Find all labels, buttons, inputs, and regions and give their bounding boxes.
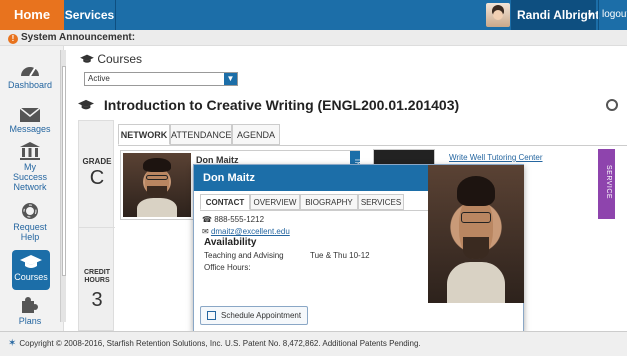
tab-contact[interactable]: CONTACT xyxy=(200,194,250,210)
instructor-photo xyxy=(123,153,191,217)
puzzle-icon xyxy=(22,297,38,313)
availability-row-time: Tue & Thu 10-12 xyxy=(310,251,370,260)
phone-number: 888-555-1212 xyxy=(214,215,265,224)
user-menu-button[interactable]: Randi Albright xyxy=(511,0,599,30)
course-title-text: Introduction to Creative Writing (ENGL20… xyxy=(103,97,460,113)
grade-label: GRADE xyxy=(82,157,112,166)
sidebar-item-plans[interactable]: Plans xyxy=(0,296,60,326)
graduation-cap-icon xyxy=(80,54,94,63)
sidebar-item-label: Plans xyxy=(18,316,42,326)
courses-header-label: Courses xyxy=(97,52,143,66)
email-link[interactable]: dmaitz@excellent.edu xyxy=(211,227,290,236)
schedule-appointment-label: Schedule Appointment xyxy=(221,311,302,320)
services-tab[interactable]: Services xyxy=(64,0,116,30)
tab-overview[interactable]: OVERVIEW xyxy=(250,194,300,210)
tutoring-center-link[interactable]: Write Well Tutoring Center xyxy=(449,153,543,162)
course-summary-column: GRADE C CREDIT HOURS 3 xyxy=(78,120,115,331)
speedometer-icon xyxy=(21,67,39,77)
sidebar: Dashboard Messages My Success Network Re… xyxy=(0,46,64,331)
top-nav-bar: Home Services Randi Albright ▾ logout xyxy=(0,0,627,30)
service-tab-label: SERVICE xyxy=(605,164,612,200)
scrollbar-thumb[interactable] xyxy=(62,66,66,276)
avatar[interactable] xyxy=(486,3,510,27)
tab-network[interactable]: NETWORK xyxy=(118,124,170,145)
contact-panel: ☎ 888-555-1212 ✉ dmaitz@excellent.edu Av… xyxy=(200,210,428,300)
sidebar-item-my-success-network[interactable]: My Success Network xyxy=(0,142,60,192)
contact-popover: Don Maitz CONTACT OVERVIEW BIOGRAPHY SER… xyxy=(193,164,524,332)
chevron-down-icon[interactable]: ▼ xyxy=(224,73,237,85)
office-hours-label: Office Hours: xyxy=(204,263,251,272)
credit-hours-value: 3 xyxy=(91,289,103,311)
sidebar-item-request-help[interactable]: Request Help xyxy=(0,202,60,242)
envelope-icon xyxy=(20,108,40,122)
courses-header: Courses xyxy=(80,52,142,66)
divider xyxy=(79,227,115,228)
course-filter-select[interactable]: Active ▼ xyxy=(84,72,238,86)
copyright-text: Copyright © 2008-2016, Starfish Retentio… xyxy=(19,339,421,348)
availability-row-label: Teaching and Advising xyxy=(204,251,284,260)
email-row: ✉ dmaitz@excellent.edu xyxy=(202,227,290,236)
institution-icon xyxy=(20,142,40,160)
credit-hours-label: CREDIT HOURS xyxy=(79,269,115,285)
tab-biography[interactable]: BIOGRAPHY xyxy=(300,194,358,210)
grade-value: C xyxy=(89,167,105,189)
chevron-down-icon[interactable]: ▾ xyxy=(588,0,593,31)
tab-services[interactable]: SERVICES xyxy=(358,194,404,210)
phone-icon: ☎ xyxy=(202,215,212,224)
footer: ✶ Copyright © 2008-2016, Starfish Retenti… xyxy=(0,331,627,356)
sidebar-item-courses[interactable]: Courses xyxy=(12,250,50,290)
announcement-label: System Announcement: xyxy=(21,32,136,43)
service-tab[interactable]: SERVICE xyxy=(598,149,615,219)
sidebar-item-dashboard[interactable]: Dashboard xyxy=(0,62,60,90)
sidebar-item-label: Dashboard xyxy=(7,80,53,90)
system-announcement-bar[interactable]: ! System Announcement: xyxy=(0,30,627,46)
credit-label-line-1: CREDIT xyxy=(83,269,111,276)
tab-attendance[interactable]: ATTENDANCE xyxy=(170,124,232,145)
sidebar-item-label: Messages xyxy=(9,124,51,134)
info-icon: ! xyxy=(8,34,18,44)
contact-photo xyxy=(428,165,524,303)
tab-agenda[interactable]: AGENDA xyxy=(232,124,280,145)
lifebuoy-icon xyxy=(22,203,38,219)
lifebuoy-icon[interactable] xyxy=(606,99,618,111)
calendar-icon xyxy=(207,311,216,320)
starfish-icon: ✶ xyxy=(8,338,17,349)
sidebar-item-label: Request Help xyxy=(13,222,47,242)
sidebar-item-label: Courses xyxy=(14,272,48,282)
credit-label-line-2: HOURS xyxy=(84,277,110,284)
logout-link[interactable]: logout xyxy=(598,0,627,30)
availability-header: Availability xyxy=(204,237,257,248)
sidebar-scrollbar[interactable] xyxy=(60,50,66,322)
phone-row: ☎ 888-555-1212 xyxy=(202,215,264,224)
schedule-appointment-button[interactable]: Schedule Appointment xyxy=(200,306,308,325)
sidebar-item-messages[interactable]: Messages xyxy=(0,108,60,134)
graduation-cap-icon xyxy=(20,255,42,268)
graduation-cap-icon xyxy=(78,99,94,110)
sidebar-item-label: My Success Network xyxy=(12,162,47,192)
envelope-icon: ✉ xyxy=(202,227,209,236)
popover-title: Don Maitz xyxy=(194,165,428,191)
course-filter-value: Active xyxy=(88,74,110,83)
home-tab[interactable]: Home xyxy=(0,0,64,30)
page-title: Introduction to Creative Writing (ENGL20… xyxy=(78,97,459,113)
